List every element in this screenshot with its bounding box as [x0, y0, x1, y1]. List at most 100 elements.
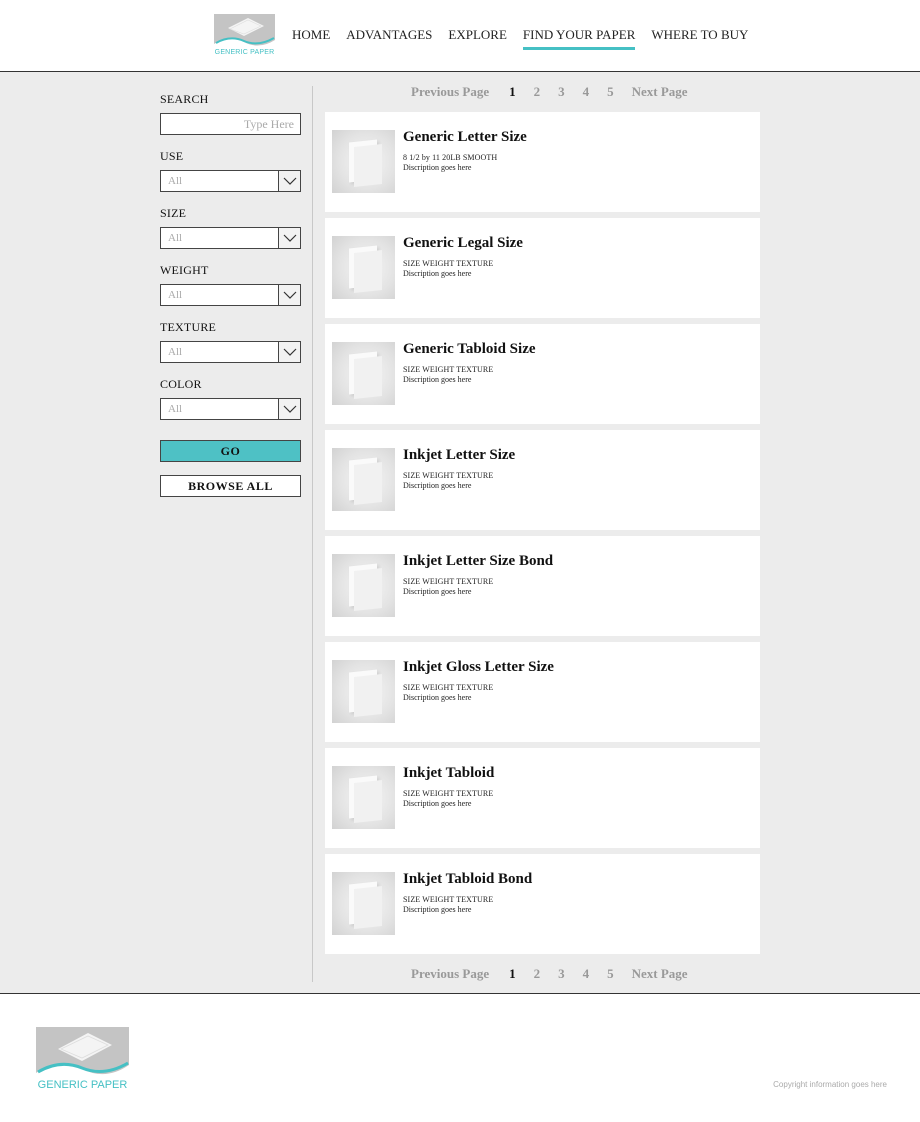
- browse-all-button[interactable]: BROWSE ALL: [160, 475, 301, 497]
- footer-logo-text: GENERIC PAPER: [37, 1079, 128, 1091]
- product-card[interactable]: Inkjet Letter Size Bond SIZE WEIGHT TEXT…: [325, 536, 760, 636]
- page-link-3[interactable]: 3: [558, 966, 565, 982]
- product-thumbnail: [332, 660, 395, 723]
- product-title[interactable]: Inkjet Gloss Letter Size: [403, 659, 554, 676]
- size-label: SIZE: [160, 206, 187, 220]
- previous-page-link[interactable]: Previous Page: [411, 84, 489, 100]
- use-select[interactable]: All: [160, 170, 301, 192]
- go-button[interactable]: GO: [160, 440, 301, 462]
- product-specs: SIZE WEIGHT TEXTURE: [403, 259, 494, 268]
- search-input[interactable]: [160, 113, 301, 135]
- size-filter: SIZE All: [160, 206, 301, 249]
- weight-label: WEIGHT: [160, 263, 209, 277]
- color-select[interactable]: All: [160, 398, 301, 420]
- product-card[interactable]: Generic Tabloid Size SIZE WEIGHT TEXTURE…: [325, 324, 760, 424]
- product-description: Discription goes here: [403, 375, 472, 384]
- footer-logo[interactable]: GENERIC PAPER: [36, 1027, 129, 1091]
- texture-select-value: All: [168, 346, 183, 358]
- product-card[interactable]: Inkjet Letter Size SIZE WEIGHT TEXTURE D…: [325, 430, 760, 530]
- product-card[interactable]: Inkjet Tabloid Bond SIZE WEIGHT TEXTURE …: [325, 854, 760, 954]
- texture-select[interactable]: All: [160, 341, 301, 363]
- nav-where-to-buy[interactable]: WHERE TO BUY: [651, 27, 748, 50]
- product-title[interactable]: Inkjet Tabloid: [403, 765, 494, 782]
- previous-page-link[interactable]: Previous Page: [411, 966, 489, 982]
- pagination-top: Previous Page 1 2 3 4 5 Next Page: [411, 84, 688, 100]
- color-select-value: All: [168, 403, 183, 415]
- brand-logo-text: GENERIC PAPER: [214, 49, 275, 56]
- product-specs: SIZE WEIGHT TEXTURE: [403, 471, 494, 480]
- page-link-5[interactable]: 5: [607, 84, 614, 100]
- chevron-down-icon[interactable]: [278, 171, 300, 191]
- page-link-5[interactable]: 5: [607, 966, 614, 982]
- product-card[interactable]: Generic Letter Size 8 1/2 by 11 20LB SMO…: [325, 112, 760, 212]
- product-description: Discription goes here: [403, 799, 472, 808]
- next-page-link[interactable]: Next Page: [632, 966, 688, 982]
- product-thumbnail: [332, 554, 395, 617]
- brand-logo[interactable]: GENERIC PAPER: [214, 14, 275, 56]
- size-select[interactable]: All: [160, 227, 301, 249]
- product-thumbnail: [332, 236, 395, 299]
- paper-logo-icon: [36, 1027, 129, 1079]
- product-description: Discription goes here: [403, 481, 472, 490]
- product-title[interactable]: Generic Letter Size: [403, 129, 527, 146]
- nav-advantages[interactable]: ADVANTAGES: [346, 27, 432, 50]
- product-description: Discription goes here: [403, 269, 472, 278]
- use-filter: USE All: [160, 149, 301, 192]
- weight-select[interactable]: All: [160, 284, 301, 306]
- pagination-bottom: Previous Page 1 2 3 4 5 Next Page: [411, 966, 688, 982]
- product-card[interactable]: Inkjet Tabloid SIZE WEIGHT TEXTURE Discr…: [325, 748, 760, 848]
- nav-explore[interactable]: EXPLORE: [448, 27, 507, 50]
- product-description: Discription goes here: [403, 163, 472, 172]
- chevron-down-icon[interactable]: [278, 285, 300, 305]
- page-link-4[interactable]: 4: [583, 966, 590, 982]
- color-label: COLOR: [160, 377, 202, 391]
- page-link-2[interactable]: 2: [534, 966, 541, 982]
- size-select-value: All: [168, 232, 183, 244]
- product-specs: SIZE WEIGHT TEXTURE: [403, 683, 494, 692]
- chevron-down-icon[interactable]: [278, 228, 300, 248]
- filter-sidebar: SEARCH USE All SIZE All WEIGHT: [160, 92, 301, 497]
- weight-filter: WEIGHT All: [160, 263, 301, 306]
- copyright-text: Copyright information goes here: [773, 1080, 887, 1089]
- product-title[interactable]: Generic Tabloid Size: [403, 341, 536, 358]
- chevron-down-icon[interactable]: [278, 342, 300, 362]
- column-divider: [312, 86, 313, 982]
- use-select-value: All: [168, 175, 183, 187]
- product-card[interactable]: Generic Legal Size SIZE WEIGHT TEXTURE D…: [325, 218, 760, 318]
- product-title[interactable]: Inkjet Letter Size Bond: [403, 553, 553, 570]
- next-page-link[interactable]: Next Page: [632, 84, 688, 100]
- page-link-4[interactable]: 4: [583, 84, 590, 100]
- page-link-1[interactable]: 1: [509, 84, 516, 100]
- product-specs: SIZE WEIGHT TEXTURE: [403, 789, 494, 798]
- nav-find-your-paper[interactable]: FIND YOUR PAPER: [522, 27, 636, 50]
- product-specs: SIZE WEIGHT TEXTURE: [403, 577, 494, 586]
- product-list: Generic Letter Size 8 1/2 by 11 20LB SMO…: [325, 112, 760, 960]
- product-description: Discription goes here: [403, 905, 472, 914]
- product-specs: SIZE WEIGHT TEXTURE: [403, 895, 494, 904]
- weight-select-value: All: [168, 289, 183, 301]
- product-title[interactable]: Generic Legal Size: [403, 235, 523, 252]
- chevron-down-icon[interactable]: [278, 399, 300, 419]
- product-title[interactable]: Inkjet Tabloid Bond: [403, 871, 532, 888]
- search-group: SEARCH: [160, 92, 301, 135]
- product-thumbnail: [332, 448, 395, 511]
- site-header: GENERIC PAPER HOME ADVANTAGES EXPLORE FI…: [0, 0, 920, 72]
- page-link-2[interactable]: 2: [534, 84, 541, 100]
- product-description: Discription goes here: [403, 587, 472, 596]
- color-filter: COLOR All: [160, 377, 301, 420]
- page-link-1[interactable]: 1: [509, 966, 516, 982]
- main-nav: HOME ADVANTAGES EXPLORE FIND YOUR PAPER …: [292, 27, 764, 50]
- search-label: SEARCH: [160, 92, 209, 106]
- product-thumbnail: [332, 766, 395, 829]
- product-specs: SIZE WEIGHT TEXTURE: [403, 365, 494, 374]
- page-link-3[interactable]: 3: [558, 84, 565, 100]
- product-card[interactable]: Inkjet Gloss Letter Size SIZE WEIGHT TEX…: [325, 642, 760, 742]
- main-content: SEARCH USE All SIZE All WEIGHT: [0, 72, 920, 994]
- use-label: USE: [160, 149, 184, 163]
- product-specs: 8 1/2 by 11 20LB SMOOTH: [403, 153, 498, 162]
- product-title[interactable]: Inkjet Letter Size: [403, 447, 515, 464]
- texture-label: TEXTURE: [160, 320, 217, 334]
- nav-home[interactable]: HOME: [292, 27, 330, 50]
- texture-filter: TEXTURE All: [160, 320, 301, 363]
- product-description: Discription goes here: [403, 693, 472, 702]
